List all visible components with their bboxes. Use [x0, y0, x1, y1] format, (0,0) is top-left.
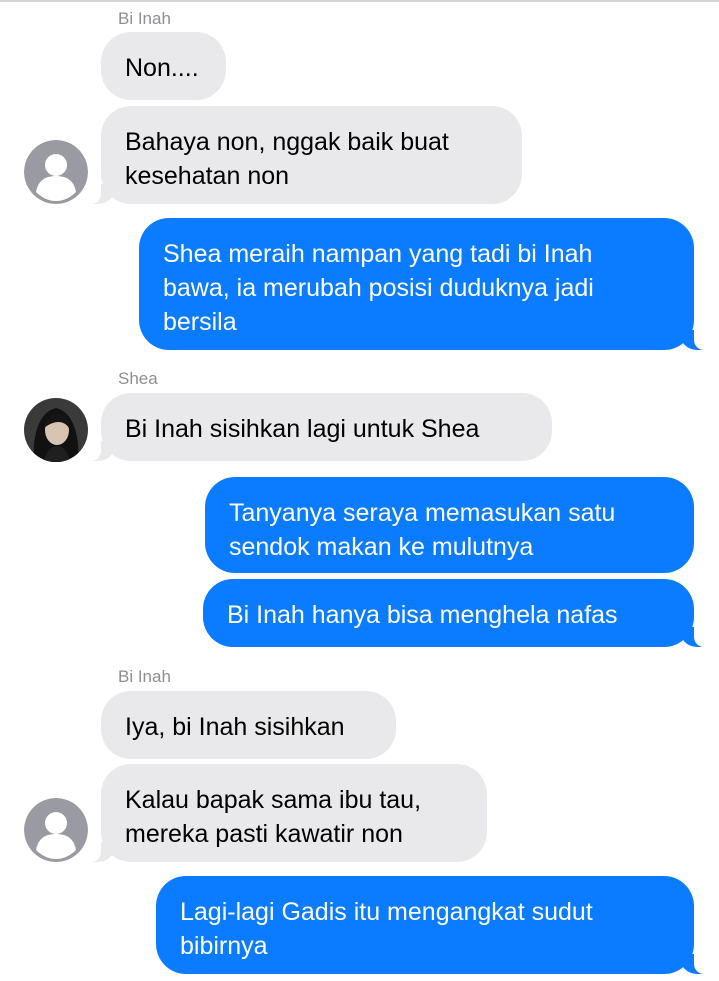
default-avatar[interactable] [24, 140, 88, 204]
message-text: Lagi-lagi Gadis itu mengangkat sudut [180, 898, 593, 926]
message-bubble-sent[interactable]: Shea meraih nampan yang tadi bi Inah baw… [139, 218, 705, 350]
message-text: Bi Inah hanya bisa menghela nafas [227, 601, 618, 629]
message-text: Tanyanya seraya memasukan satu [229, 499, 616, 527]
message-bubble-sent[interactable]: Lagi-lagi Gadis itu mengangkat sudut bib… [156, 876, 705, 974]
message-bubble-received[interactable]: Bi Inah sisihkan lagi untuk Shea [90, 393, 552, 461]
message-bubble-received[interactable]: Kalau bapak sama ibu tau, mereka pasti k… [90, 764, 487, 862]
default-avatar[interactable] [24, 798, 88, 862]
message-bubble-sent[interactable]: Tanyanya seraya memasukan satu sendok ma… [205, 477, 694, 573]
message-text: Bi Inah sisihkan lagi untuk Shea [125, 415, 480, 443]
message-text: Kalau bapak sama ibu tau, [125, 786, 422, 814]
message-text: bawa, ia merubah posisi duduknya jadi [163, 274, 594, 302]
message-text: sendok makan ke mulutnya [229, 533, 534, 561]
sender-name: Bi Inah [118, 667, 171, 686]
message-text: Shea meraih nampan yang tadi bi Inah [163, 240, 593, 268]
message-text: Non.... [125, 54, 199, 82]
sender-name: Bi Inah [118, 9, 171, 28]
sender-name: Shea [118, 369, 158, 388]
person-icon [24, 140, 88, 204]
message-bubble-sent[interactable]: Bi Inah hanya bisa menghela nafas [203, 579, 705, 647]
message-text: bibirnya [180, 932, 268, 960]
message-bubble-received[interactable]: Non.... [101, 32, 226, 100]
message-text: bersila [163, 308, 237, 336]
message-text: mereka pasti kawatir non [125, 820, 403, 848]
shea-avatar[interactable] [24, 398, 88, 462]
person-icon [24, 798, 88, 862]
message-text: kesehatan non [125, 162, 290, 190]
message-bubble-received[interactable]: Bahaya non, nggak baik buat kesehatan no… [90, 106, 522, 204]
photo-avatar [24, 398, 88, 462]
message-bubble-received[interactable]: Iya, bi Inah sisihkan [101, 691, 396, 759]
top-border [0, 0, 719, 2]
message-text: Bahaya non, nggak baik buat [125, 128, 449, 156]
message-text: Iya, bi Inah sisihkan [125, 713, 345, 741]
